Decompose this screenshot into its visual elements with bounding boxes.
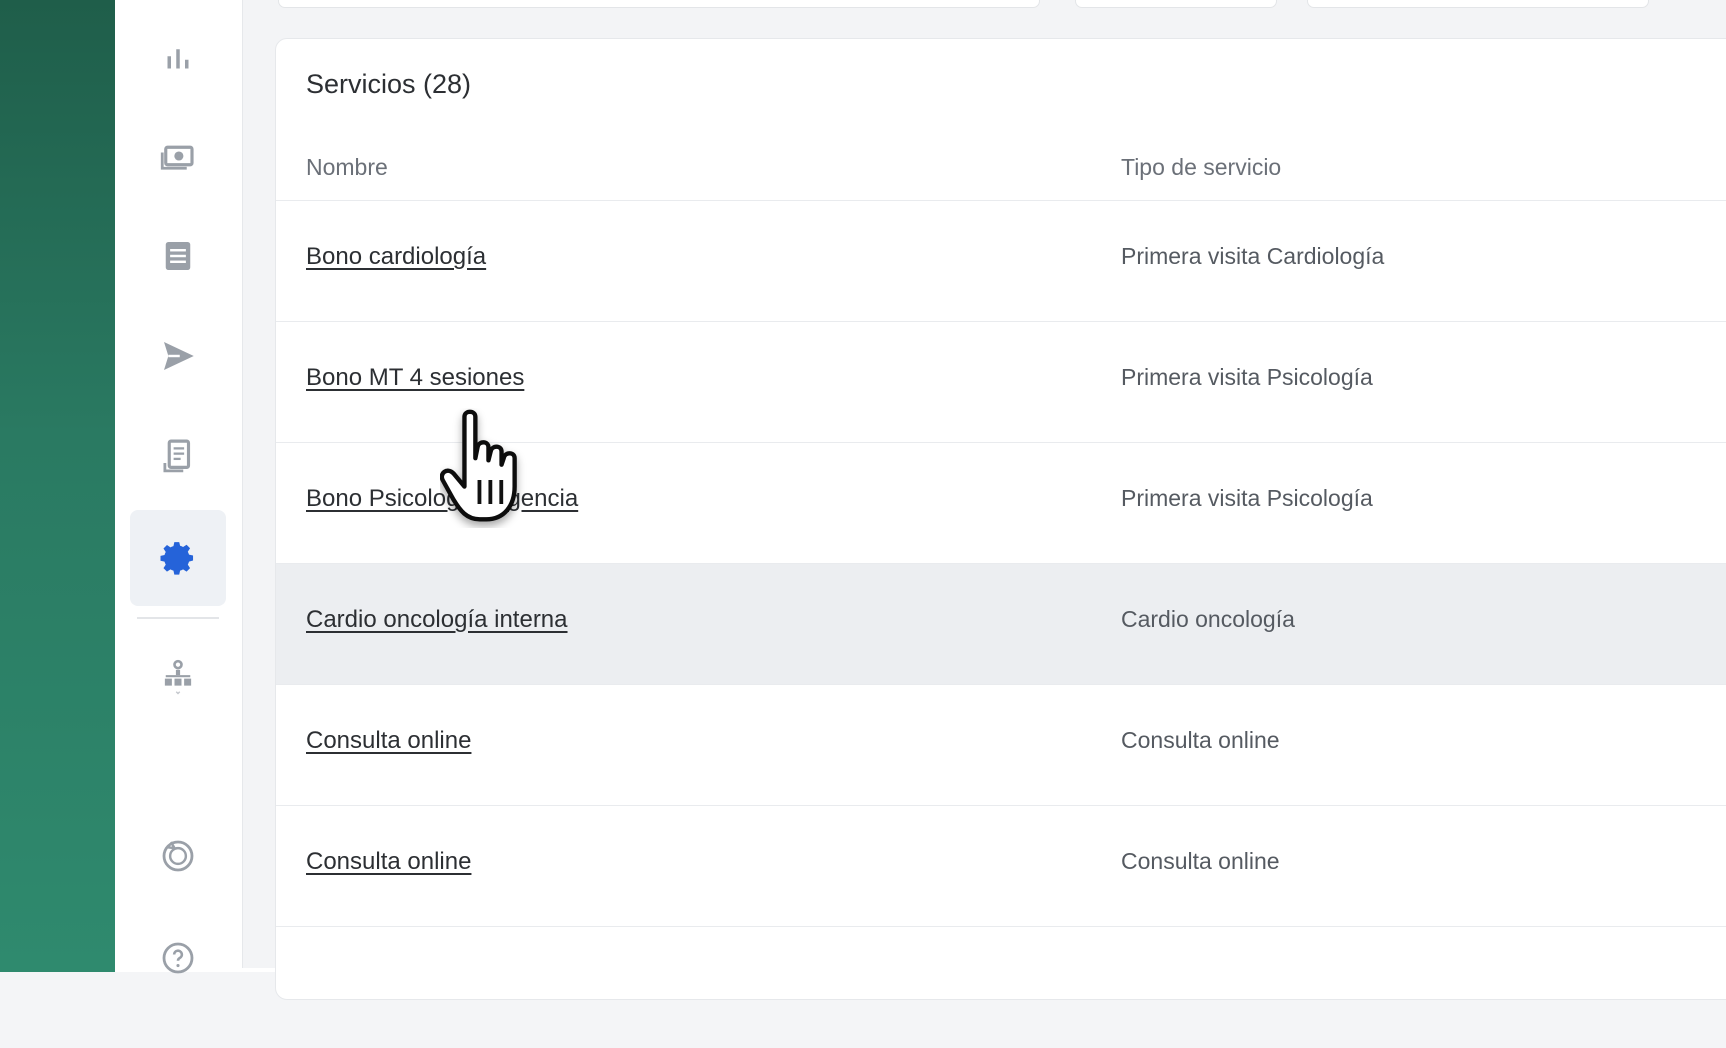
sidebar-item-list[interactable]: [130, 208, 226, 304]
table-row[interactable]: Consulta online Consulta online: [276, 684, 1726, 806]
list-icon: [165, 242, 191, 270]
sidebar-item-billing[interactable]: [130, 108, 226, 204]
column-header-name[interactable]: Nombre: [306, 154, 388, 181]
table-row[interactable]: Bono cardiología Primera visita Cardiolo…: [276, 200, 1726, 322]
search-input[interactable]: [278, 0, 1040, 8]
org-chart-icon: [164, 659, 192, 695]
table-row[interactable]: [276, 926, 1726, 1048]
service-name-link[interactable]: Bono MT 4 sesiones: [306, 364, 524, 392]
sidebar: [115, 0, 243, 974]
sidebar-item-history[interactable]: [130, 808, 226, 904]
table-row[interactable]: Bono MT 4 sesiones Primera visita Psicol…: [276, 321, 1726, 443]
service-type: Consulta online: [1121, 727, 1280, 753]
service-name-link[interactable]: Cardio oncología interna: [306, 606, 568, 634]
table-row[interactable]: Cardio oncología interna Cardio oncologí…: [276, 563, 1726, 685]
cash-icon: [160, 145, 194, 170]
table-row[interactable]: Consulta online Consulta online: [276, 805, 1726, 927]
column-header-type[interactable]: Tipo de servicio: [1121, 154, 1281, 181]
sidebar-item-send[interactable]: [130, 308, 226, 404]
add-service-button[interactable]: [1307, 0, 1649, 8]
background-brand-strip: [0, 0, 115, 972]
service-type: Consulta online: [1121, 848, 1280, 874]
receipt-icon: [163, 439, 191, 473]
service-type: Cardio oncología: [1121, 606, 1295, 632]
service-name-link[interactable]: Consulta online: [306, 727, 471, 755]
service-name-link[interactable]: Bono Psicología urgencia: [306, 485, 578, 513]
service-type: Primera visita Cardiología: [1121, 243, 1385, 269]
services-title: Servicios (28): [306, 69, 472, 99]
history-icon: [162, 840, 194, 872]
service-type: Primera visita Psicología: [1121, 364, 1373, 390]
services-card: Servicios (28) Nombre Tipo de servicio B…: [275, 38, 1726, 1000]
service-name-link[interactable]: Bono cardiología: [306, 243, 486, 271]
sidebar-item-help[interactable]: [130, 910, 226, 1006]
help-icon: [162, 942, 194, 974]
sidebar-item-stats[interactable]: [130, 10, 226, 106]
filter-button[interactable]: [1075, 0, 1277, 8]
gear-icon: [160, 542, 194, 575]
service-type: Primera visita Psicología: [1121, 485, 1373, 511]
table-row[interactable]: Bono Psicología urgencia Primera visita …: [276, 442, 1726, 564]
sidebar-item-organization[interactable]: [130, 628, 226, 724]
sidebar-item-settings[interactable]: [130, 510, 226, 606]
service-name-link[interactable]: Consulta online: [306, 848, 471, 876]
sidebar-divider: [137, 617, 219, 619]
send-icon: [164, 342, 194, 370]
bar-chart-icon: [167, 49, 189, 69]
sidebar-item-invoices[interactable]: [130, 408, 226, 504]
